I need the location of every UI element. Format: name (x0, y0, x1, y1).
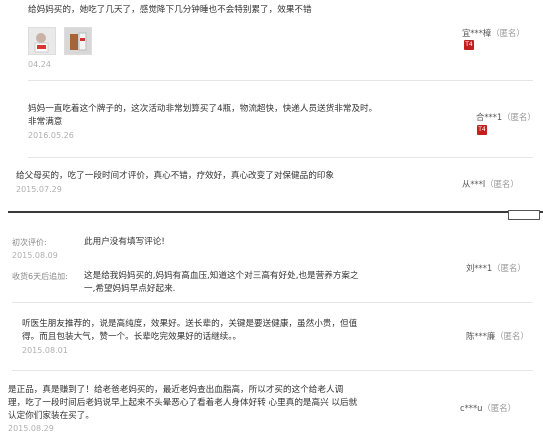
anonymous-label: （匿名） (491, 28, 525, 38)
review-date: 2015.08.01 (22, 346, 68, 355)
review-date: 2015.07.29 (16, 185, 62, 194)
photo-image (29, 28, 55, 54)
review-date: 04.24 (28, 60, 51, 69)
review-photo-thumbnail[interactable] (28, 27, 56, 55)
anonymous-label: （匿名） (502, 112, 536, 122)
review-text: 理，吃了一段时间后老妈说早上起来不头晕恶心了看着老人身体好转 心里真的是高兴 以… (8, 398, 358, 408)
review-text: 给妈妈买的，她吃了几天了，感觉降下几分钟睡也不会特别累了，效果不错 (28, 5, 312, 15)
collapse-handle[interactable] (508, 210, 540, 220)
reviewer-username: c***u (460, 403, 483, 413)
reviewer-username: 宜***樟 (462, 28, 492, 38)
anonymous-label: （匿名） (495, 331, 529, 341)
review-divider (28, 80, 533, 81)
reviewer-username: 陈***廉 (466, 331, 496, 341)
review-divider (12, 302, 533, 303)
reviewer-name: 从***l（匿名） (462, 178, 519, 190)
followup-review-text: 这是给我妈妈买的,妈妈有高血压,知道这个对三高有好处,也是营养方案之 (84, 271, 359, 281)
followup-review-label: 收货6天后追加: (12, 272, 68, 281)
review-text: 此用户没有填写评论! (84, 237, 165, 247)
member-level-icon: T4 (464, 40, 474, 50)
anonymous-label: （匿名） (492, 263, 526, 273)
review-text: 是正品，真是赚到了！给老爸老妈买的，最近老妈查出血脂高，所以才买的这个给老人调 (8, 385, 344, 395)
review-text: 认定你们家装在买了。 (8, 411, 94, 421)
reviewer-name: c***u（匿名） (460, 402, 516, 414)
member-level-icon: T4 (477, 125, 487, 135)
followup-review-text: 一,希望妈妈早点好起来. (84, 284, 176, 294)
screenshot-seam-divider (8, 211, 543, 213)
reviewer-name: 刘***1（匿名） (466, 262, 526, 274)
anonymous-label: （匿名） (485, 179, 519, 189)
reviewer-name: 宜***樟（匿名） (462, 27, 525, 39)
photo-image (65, 28, 91, 54)
review-text: 非常满意 (28, 117, 63, 127)
review-text: 妈妈一直吃着这个牌子的，这次活动非常划算买了4瓶，物流超快，快递人员送货非常及时… (28, 104, 378, 114)
initial-review-label: 初次评价: (12, 238, 47, 247)
review-divider (28, 157, 533, 158)
reviewer-username: 合***1 (476, 112, 503, 122)
reviewer-name: 合***1（匿名） (476, 111, 536, 123)
review-date: 2015.08.09 (12, 251, 58, 260)
reviewer-username: 刘***1 (466, 263, 493, 273)
review-text: 得。而且包装大气，赞一个。长辈吃完效果好的话继续。。 (22, 332, 242, 342)
review-photo-thumbnail[interactable] (64, 27, 92, 55)
review-date: 2015.08.29 (8, 424, 54, 433)
anonymous-label: （匿名） (482, 403, 516, 413)
reviewer-name: 陈***廉（匿名） (466, 330, 529, 342)
review-date: 2016.05.26 (28, 131, 74, 140)
review-text: 给父母买的，吃了一段时间才评价，真心不错，疗效好，真心改变了对保健品的印象 (16, 171, 334, 181)
review-text: 听医生朋友推荐的，说是高纯度，效果好。送长辈的，关键是要送健康，虽然小贵，但值 (22, 319, 358, 329)
reviewer-username: 从***l (462, 179, 486, 189)
review-divider (12, 370, 533, 371)
